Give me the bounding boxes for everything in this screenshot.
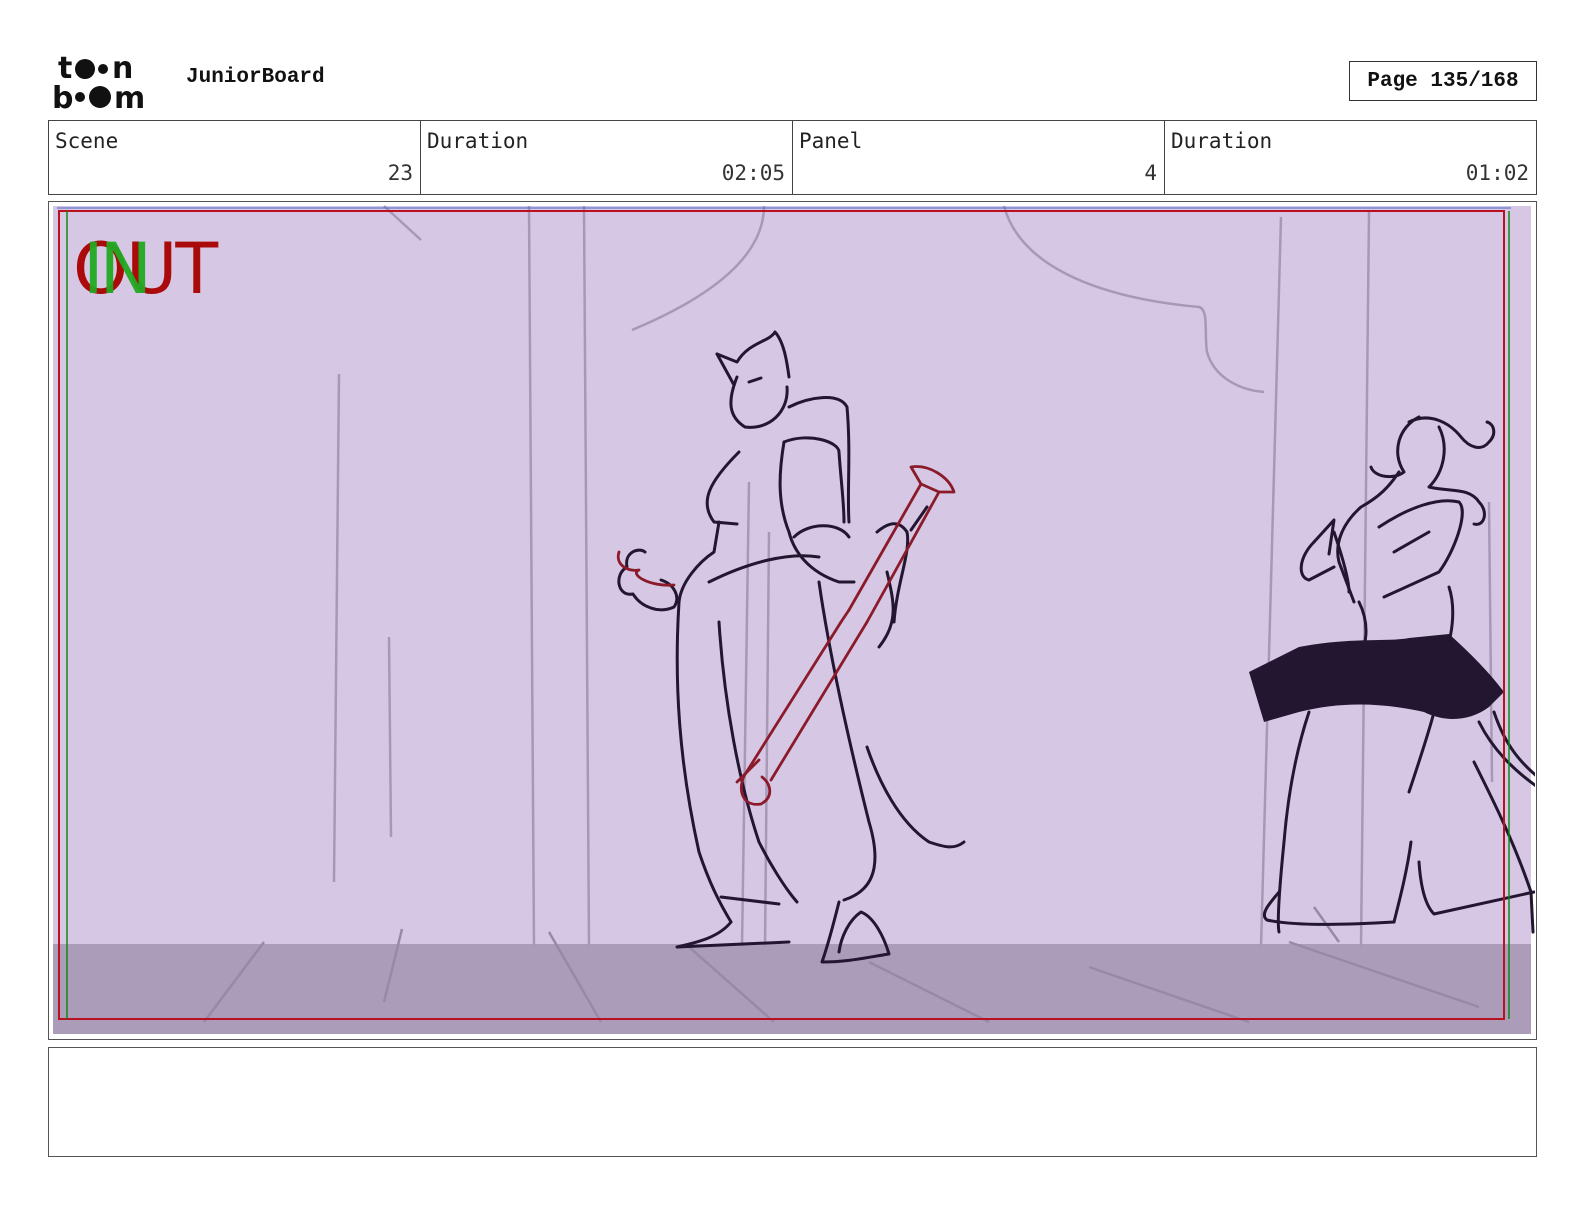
toon-boom-logo: t n b m [52, 51, 145, 112]
panel-duration-cell: Duration 01:02 [1165, 121, 1536, 194]
page-number: Page 135/168 [1349, 61, 1537, 101]
scene-duration-label: Duration [427, 129, 529, 153]
info-row: Scene 23 Duration 02:05 Panel 4 Duration… [48, 120, 1537, 195]
app-title: JuniorBoard [186, 66, 325, 89]
svg-text:b: b [52, 81, 73, 112]
storyboard-panel[interactable]: OUT IN [48, 201, 1537, 1040]
panel-label: Panel [799, 129, 863, 153]
wall-background [53, 206, 1531, 1034]
panel-value: 4 [1144, 161, 1157, 185]
svg-text:m: m [114, 81, 145, 112]
in-marker: IN [83, 228, 152, 310]
panel-duration-value: 01:02 [1465, 161, 1529, 185]
scene-cell: Scene 23 [49, 121, 421, 194]
panel-notes-box[interactable] [48, 1047, 1537, 1157]
panel-sketch [53, 205, 1535, 1034]
scene-duration-value: 02:05 [721, 161, 785, 185]
scene-label: Scene [55, 129, 119, 153]
scene-duration-cell: Duration 02:05 [421, 121, 793, 194]
scene-value: 23 [387, 161, 413, 185]
panel-cell: Panel 4 [793, 121, 1165, 194]
floor [53, 944, 1531, 1034]
panel-duration-label: Duration [1171, 129, 1273, 153]
